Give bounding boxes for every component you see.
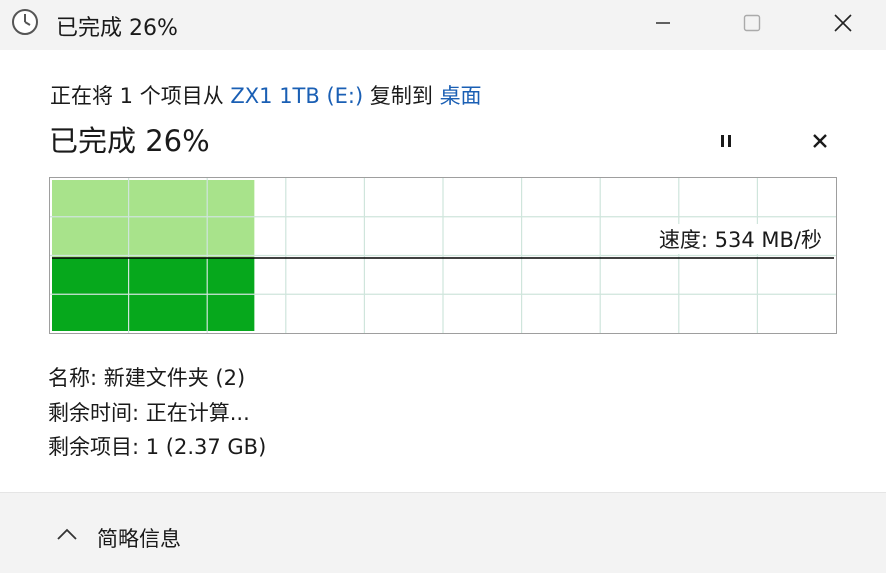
minimize-button[interactable] — [628, 0, 698, 46]
destination-link[interactable]: 桌面 — [440, 84, 482, 108]
transfer-graph: 速度: 534 MB/秒 — [49, 177, 837, 334]
transferred-area-light — [52, 180, 255, 258]
items-remaining: 剩余项目: 1 (2.37 GB) — [48, 435, 267, 459]
clock-icon — [12, 9, 38, 35]
time-remaining: 剩余时间: 正在计算... — [48, 401, 250, 425]
transfer-graph-canvas — [50, 178, 836, 333]
maximize-icon — [743, 14, 761, 32]
fewer-details-toggle[interactable]: 简略信息 — [97, 523, 181, 553]
copy-description: 正在将 1 个项目从 ZX1 1TB (E:) 复制到 桌面 — [50, 80, 482, 110]
source-link[interactable]: ZX1 1TB (E:) — [230, 84, 363, 108]
speed-label: 速度: 534 MB/秒 — [656, 224, 824, 254]
close-icon — [834, 14, 852, 32]
copy-prefix: 正在将 1 个项目从 — [50, 84, 231, 108]
cancel-button[interactable] — [803, 124, 837, 158]
pause-icon — [721, 135, 731, 147]
copy-middle: 复制到 — [363, 84, 440, 108]
minimize-icon — [656, 22, 670, 24]
close-button[interactable] — [808, 0, 878, 46]
footer-bar: 简略信息 — [0, 492, 886, 573]
chevron-up-icon[interactable] — [55, 527, 79, 543]
cancel-icon — [813, 134, 827, 148]
progress-title: 已完成 26% — [49, 124, 210, 158]
title-bar: 已完成 26% — [0, 0, 886, 50]
item-name: 名称: 新建文件夹 (2) — [48, 366, 246, 390]
maximize-button[interactable] — [717, 0, 787, 46]
window-title: 已完成 26% — [56, 16, 178, 41]
pause-button[interactable] — [709, 124, 743, 158]
